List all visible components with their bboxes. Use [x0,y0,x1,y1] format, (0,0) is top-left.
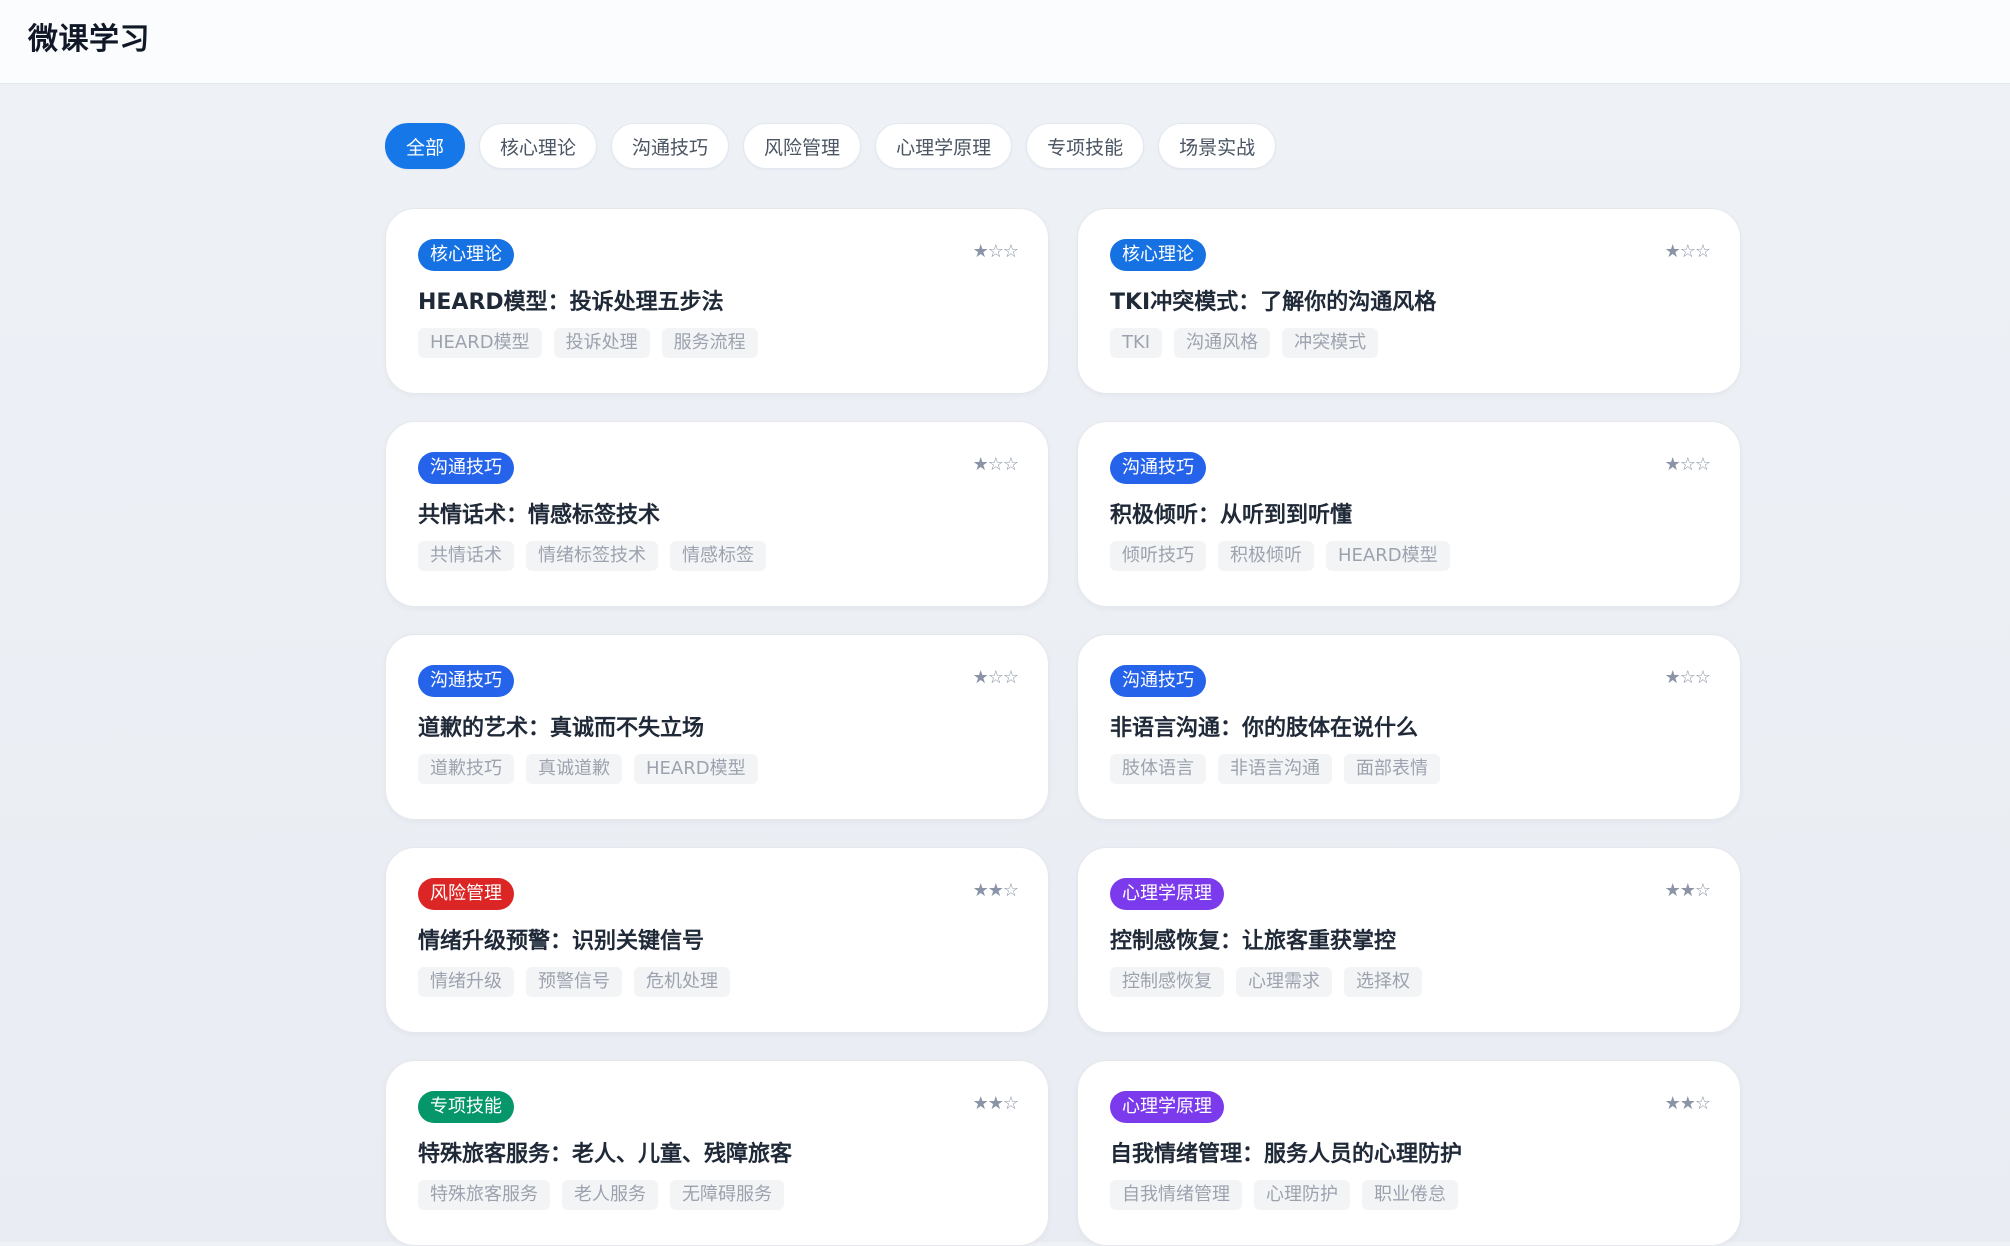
course-tag: 服务流程 [661,328,758,358]
difficulty-stars: ★★☆ [972,880,1019,901]
top-bar: 微课学习 [0,0,2010,84]
course-card[interactable]: 风险管理 ★★☆ 情绪升级预警：识别关键信号情绪升级 预警信号 危机处理 [385,847,1049,1033]
course-tags: 共情话术 情绪标签技术 情感标签 [418,541,1016,571]
course-title: 自我情绪管理：服务人员的心理防护 [1110,1142,1463,1167]
category-badge: 专项技能 [418,1091,514,1123]
difficulty-stars: ★☆☆ [972,454,1019,475]
course-card[interactable]: 沟通技巧 ★☆☆ 共情话术：情感标签技术共情话术 情绪标签技术 情感标签 [385,421,1049,607]
difficulty-stars: ★☆☆ [1664,454,1711,475]
difficulty-stars: ★☆☆ [972,241,1019,262]
course-tag: 真诚道歉 [526,754,622,784]
category-badge: 心理学原理 [1110,1091,1224,1123]
filter-chip[interactable]: 核心理论 [479,123,598,169]
course-tag: 心理需求 [1236,967,1332,997]
course-title: 道歉的艺术：真诚而不失立场 [418,716,705,741]
course-card[interactable]: 沟通技巧 ★☆☆ 积极倾听：从听到到听懂倾听技巧 积极倾听 HEARD模型 [1077,421,1741,607]
course-tag: 特殊旅客服务 [418,1180,550,1210]
course-tag: 肢体语言 [1110,754,1206,784]
category-filter-bar: 全部 核心理论 沟通技巧 风险管理 心理学原理 专项技能 场景实战 [385,123,1277,169]
course-title: HEARD模型：投诉处理五步法 [418,290,724,315]
difficulty-stars: ★☆☆ [1664,667,1711,688]
course-card[interactable]: 专项技能 ★★☆ 特殊旅客服务：老人、儿童、残障旅客特殊旅客服务 老人服务 无障碍服务 [385,1060,1049,1246]
course-tag: 情感标签 [670,541,766,571]
course-title: 情绪升级预警：识别关键信号 [418,929,705,954]
filter-chip[interactable]: 全部 [385,123,466,169]
course-tag: 控制感恢复 [1110,967,1224,997]
course-tag: 情绪标签技术 [526,541,658,571]
difficulty-stars: ★☆☆ [1664,241,1711,262]
course-tag: 自我情绪管理 [1110,1180,1242,1210]
filter-chip[interactable]: 沟通技巧 [611,123,730,169]
course-tag: 预警信号 [526,967,622,997]
course-title: 特殊旅客服务：老人、儿童、残障旅客 [418,1142,793,1167]
course-tag: HEARD模型 [1326,541,1450,571]
course-tags: 控制感恢复 心理需求 选择权 [1110,967,1708,997]
filter-chip[interactable]: 场景实战 [1158,123,1277,169]
course-tags: 道歉技巧 真诚道歉 HEARD模型 [418,754,1016,784]
course-tag: 老人服务 [562,1180,658,1210]
course-card[interactable]: 核心理论 ★☆☆ TKI冲突模式：了解你的沟通风格 TKI 沟通风格 冲突模式 [1077,208,1741,394]
course-card[interactable]: 沟通技巧 ★☆☆ 非语言沟通：你的肢体在说什么肢体语言 非语言沟通 面部表情 [1077,634,1741,820]
course-tags: 肢体语言 非语言沟通 面部表情 [1110,754,1708,784]
course-card[interactable]: 心理学原理 ★★☆ 自我情绪管理：服务人员的心理防护自我情绪管理 心理防护 职业倦怠 [1077,1060,1741,1246]
course-tag: 共情话术 [418,541,514,571]
course-grid: 核心理论 ★☆☆ HEARD模型：投诉处理五步法 HEARD模型 投诉处理 服务流程 核心理… [385,208,1741,1246]
course-tag: 投诉处理 [553,328,650,358]
course-tag: HEARD模型 [634,754,758,784]
course-tag: 选择权 [1344,967,1422,997]
filter-chip[interactable]: 专项技能 [1026,123,1145,169]
course-tag: 职业倦怠 [1362,1180,1458,1210]
course-tags: TKI 沟通风格 冲突模式 [1110,328,1708,358]
course-card[interactable]: 心理学原理 ★★☆ 控制感恢复：让旅客重获掌控控制感恢复 心理需求 选择权 [1077,847,1741,1033]
course-tag: 心理防护 [1254,1180,1350,1210]
course-tag: 积极倾听 [1218,541,1314,571]
course-tag: 情绪升级 [418,967,514,997]
category-badge: 沟通技巧 [1110,665,1206,697]
category-badge: 沟通技巧 [418,452,514,484]
category-badge: 核心理论 [418,239,514,271]
course-tag: 面部表情 [1344,754,1440,784]
difficulty-stars: ★★☆ [972,1093,1019,1114]
course-tag: HEARD模型 [418,328,542,358]
category-badge: 沟通技巧 [418,665,514,697]
course-tags: 特殊旅客服务 老人服务 无障碍服务 [418,1180,1016,1210]
category-badge: 沟通技巧 [1110,452,1206,484]
course-title: TKI冲突模式：了解你的沟通风格 [1110,290,1437,315]
filter-chip[interactable]: 心理学原理 [875,123,1013,169]
difficulty-stars: ★★☆ [1664,880,1711,901]
course-card[interactable]: 沟通技巧 ★☆☆ 道歉的艺术：真诚而不失立场道歉技巧 真诚道歉 HEARD模型 [385,634,1049,820]
course-tag: TKI [1110,328,1163,358]
course-tag: 沟通风格 [1174,328,1271,358]
course-tag: 倾听技巧 [1110,541,1206,571]
course-tag: 道歉技巧 [418,754,514,784]
category-badge: 风险管理 [418,878,514,910]
difficulty-stars: ★★☆ [1664,1093,1711,1114]
app-title: 微课学习 [28,22,150,57]
course-title: 非语言沟通：你的肢体在说什么 [1110,716,1419,741]
course-tag: 非语言沟通 [1218,754,1332,784]
course-title: 积极倾听：从听到到听懂 [1110,503,1353,528]
course-tags: 倾听技巧 积极倾听 HEARD模型 [1110,541,1708,571]
course-tag: 危机处理 [634,967,730,997]
course-tags: 情绪升级 预警信号 危机处理 [418,967,1016,997]
course-tag: 无障碍服务 [670,1180,784,1210]
filter-chip[interactable]: 风险管理 [743,123,862,169]
course-tags: 自我情绪管理 心理防护 职业倦怠 [1110,1180,1708,1210]
category-badge: 核心理论 [1110,239,1206,271]
course-tag: 冲突模式 [1282,328,1379,358]
category-badge: 心理学原理 [1110,878,1224,910]
course-tags: HEARD模型 投诉处理 服务流程 [418,328,1016,358]
course-card[interactable]: 核心理论 ★☆☆ HEARD模型：投诉处理五步法 HEARD模型 投诉处理 服务流程 [385,208,1049,394]
difficulty-stars: ★☆☆ [972,667,1019,688]
course-title: 控制感恢复：让旅客重获掌控 [1110,929,1397,954]
course-title: 共情话术：情感标签技术 [418,503,661,528]
